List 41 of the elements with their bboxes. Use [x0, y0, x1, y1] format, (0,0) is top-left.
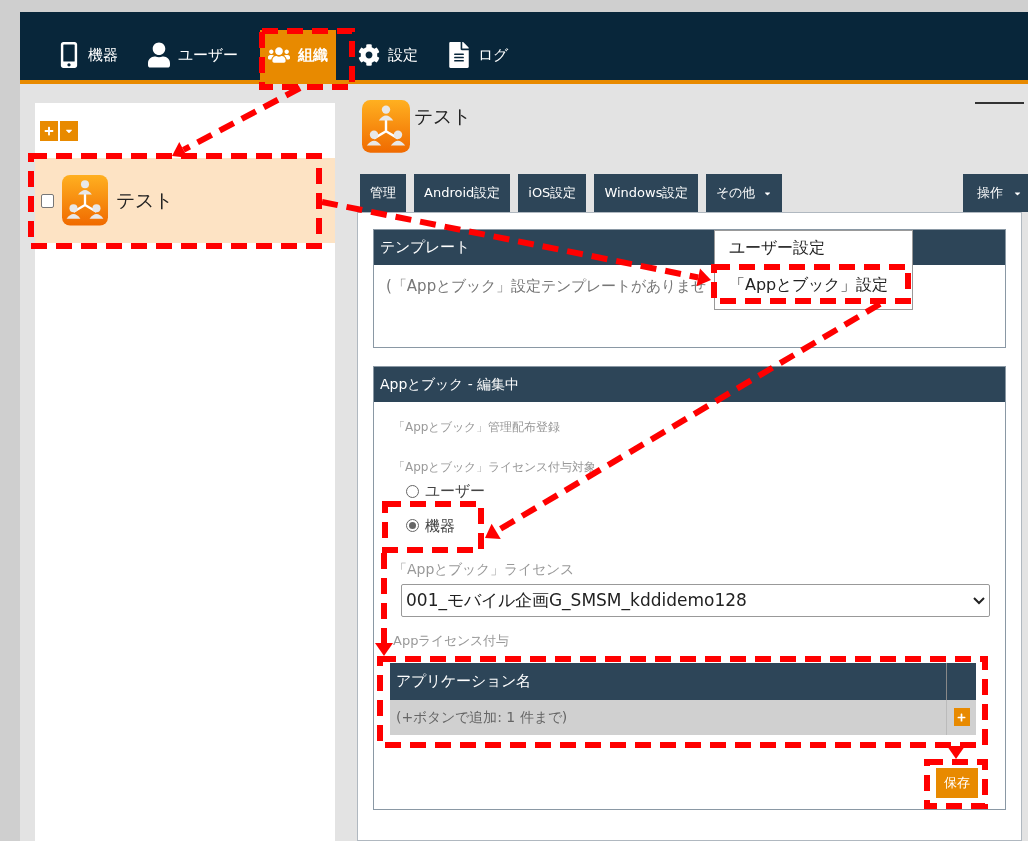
radio-button[interactable] [406, 519, 419, 533]
tree-item-label: テスト [116, 188, 173, 214]
menu-item[interactable]: 「Appとブック」設定 [721, 272, 897, 298]
phone-icon [58, 42, 80, 68]
tab[interactable]: 管理 [360, 174, 406, 212]
checkbox[interactable] [41, 193, 54, 208]
field-label: Appライセンス付与 [393, 632, 510, 650]
organization-icon [62, 175, 108, 226]
nav-tab[interactable]: 設定 [350, 30, 426, 80]
organization-icon [362, 100, 410, 153]
user-icon [148, 42, 170, 68]
add-row-button[interactable] [953, 708, 970, 726]
chevron-down-icon [973, 596, 985, 605]
tab[interactable]: iOS設定 [518, 174, 587, 212]
license-select[interactable]: 001_モバイル企画G_SMSM_kddidemo128 [401, 584, 990, 617]
nav-tab[interactable]: ユーザー [140, 30, 246, 80]
tab[interactable]: Android設定 [414, 174, 511, 212]
page-title: テスト [414, 104, 471, 129]
settings-icon [358, 42, 380, 68]
tab[interactable]: Windows設定 [594, 174, 699, 212]
document-icon [448, 42, 470, 68]
radio-option[interactable]: 機器 [406, 514, 455, 537]
menu-item[interactable]: ユーザー設定 [721, 234, 833, 262]
field-label: 「Appとブック」ライセンス付与対象 [393, 459, 597, 476]
plus-icon [957, 712, 966, 722]
nav-tab[interactable]: ログ [440, 30, 516, 80]
tree-item[interactable]: テスト [35, 158, 335, 243]
radio-option[interactable]: ユーザー [406, 480, 485, 503]
tab[interactable]: その他 [706, 174, 783, 212]
annotation-arrow [947, 746, 965, 759]
section-label: 「Appとブック」管理配布登録 [393, 419, 561, 436]
radio-button[interactable] [406, 484, 419, 498]
add-button[interactable] [40, 121, 58, 141]
plus-icon [44, 126, 54, 136]
card-header: Appとブック - 編集中 [374, 367, 1005, 402]
table-empty-text: (+ボタンで追加: 1 件まで) [395, 707, 569, 727]
annotation-box [924, 759, 988, 809]
column-header: アプリケーション名 [395, 670, 532, 692]
field-label: 「Appとブック」ライセンス [393, 560, 575, 579]
action-menu-button[interactable]: 操作 [963, 174, 1028, 212]
nav-tab[interactable]: 機器 [50, 30, 126, 80]
